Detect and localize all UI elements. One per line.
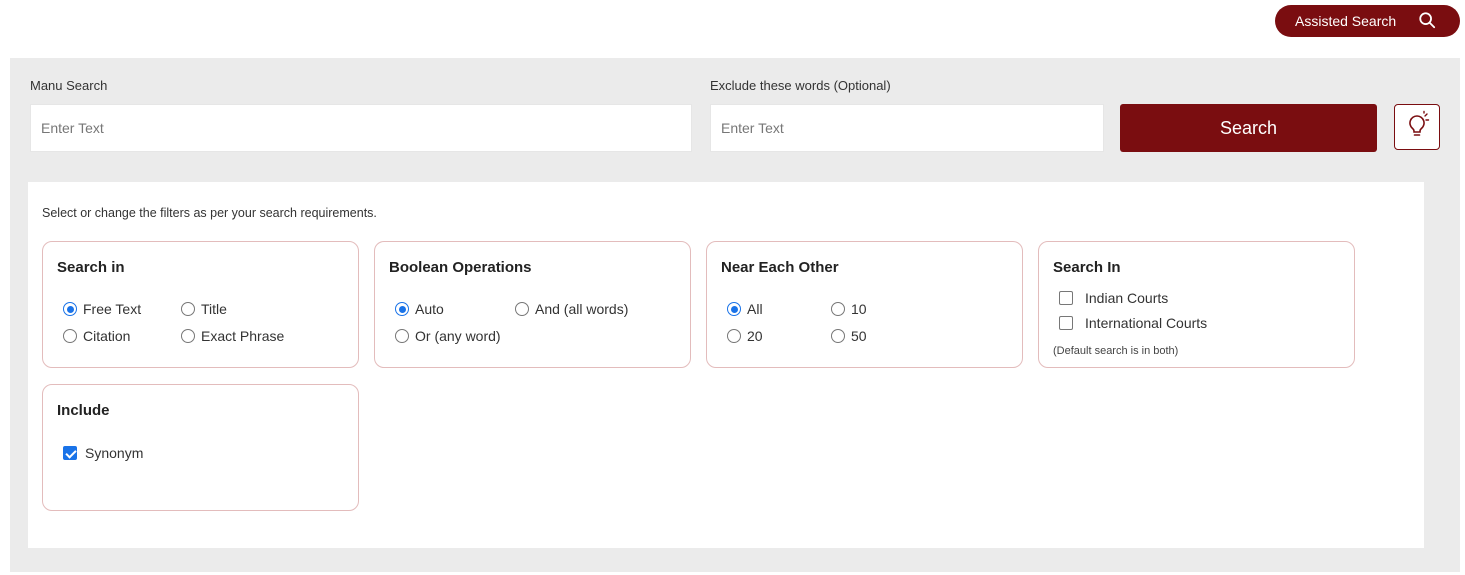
boolean-auto-radio[interactable]: Auto — [395, 301, 444, 317]
checkbox-icon — [1059, 316, 1073, 330]
near-each-other-title: Near Each Other — [721, 259, 839, 276]
exclude-words-input[interactable] — [710, 104, 1104, 152]
search-panel: Manu Search Exclude these words (Optiona… — [10, 58, 1460, 572]
search-in-courts-title: Search In — [1053, 259, 1121, 276]
near-20-radio[interactable]: 20 — [727, 328, 763, 344]
search-tips-button[interactable] — [1394, 104, 1440, 150]
boolean-operations-card: Boolean Operations Auto And (all words) … — [374, 241, 691, 368]
manu-search-input[interactable] — [30, 104, 692, 152]
radio-icon — [727, 329, 741, 343]
radio-icon — [395, 329, 409, 343]
synonym-checkbox[interactable]: Synonym — [63, 445, 143, 461]
radio-icon — [831, 329, 845, 343]
near-10-radio[interactable]: 10 — [831, 301, 867, 317]
exclude-words-label: Exclude these words (Optional) — [710, 78, 891, 93]
near-50-radio[interactable]: 50 — [831, 328, 867, 344]
search-in-title-radio[interactable]: Title — [181, 301, 227, 317]
near-each-other-card: Near Each Other All 10 20 50 — [706, 241, 1023, 368]
radio-icon — [181, 329, 195, 343]
search-icon — [1418, 11, 1436, 32]
boolean-and-radio[interactable]: And (all words) — [515, 301, 628, 317]
courts-default-note: (Default search is in both) — [1053, 345, 1179, 357]
search-in-free-text-radio[interactable]: Free Text — [63, 301, 141, 317]
search-in-card: Search in Free Text Title Citation Exact… — [42, 241, 359, 368]
manu-search-label: Manu Search — [30, 78, 108, 93]
filters-area: Select or change the filters as per your… — [28, 182, 1424, 548]
near-all-radio[interactable]: All — [727, 301, 763, 317]
checkbox-icon — [63, 446, 77, 460]
boolean-operations-title: Boolean Operations — [389, 259, 532, 276]
include-card: Include Synonym — [42, 384, 359, 511]
assisted-search-label: Assisted Search — [1295, 13, 1397, 29]
indian-courts-checkbox[interactable]: Indian Courts — [1059, 290, 1168, 306]
radio-icon — [63, 329, 77, 343]
include-title: Include — [57, 402, 110, 419]
radio-icon — [63, 302, 77, 316]
filters-note: Select or change the filters as per your… — [42, 206, 377, 220]
search-in-citation-radio[interactable]: Citation — [63, 328, 130, 344]
search-in-title: Search in — [57, 259, 125, 276]
radio-icon — [831, 302, 845, 316]
search-in-courts-card: Search In Indian Courts International Co… — [1038, 241, 1355, 368]
assisted-search-button[interactable]: Assisted Search — [1275, 5, 1460, 37]
radio-icon — [395, 302, 409, 316]
radio-icon — [515, 302, 529, 316]
boolean-or-radio[interactable]: Or (any word) — [395, 328, 501, 344]
radio-icon — [727, 302, 741, 316]
checkbox-icon — [1059, 291, 1073, 305]
search-button[interactable]: Search — [1120, 104, 1377, 152]
radio-icon — [181, 302, 195, 316]
lightbulb-icon — [1402, 110, 1432, 145]
international-courts-checkbox[interactable]: International Courts — [1059, 315, 1207, 331]
search-in-exact-phrase-radio[interactable]: Exact Phrase — [181, 328, 284, 344]
